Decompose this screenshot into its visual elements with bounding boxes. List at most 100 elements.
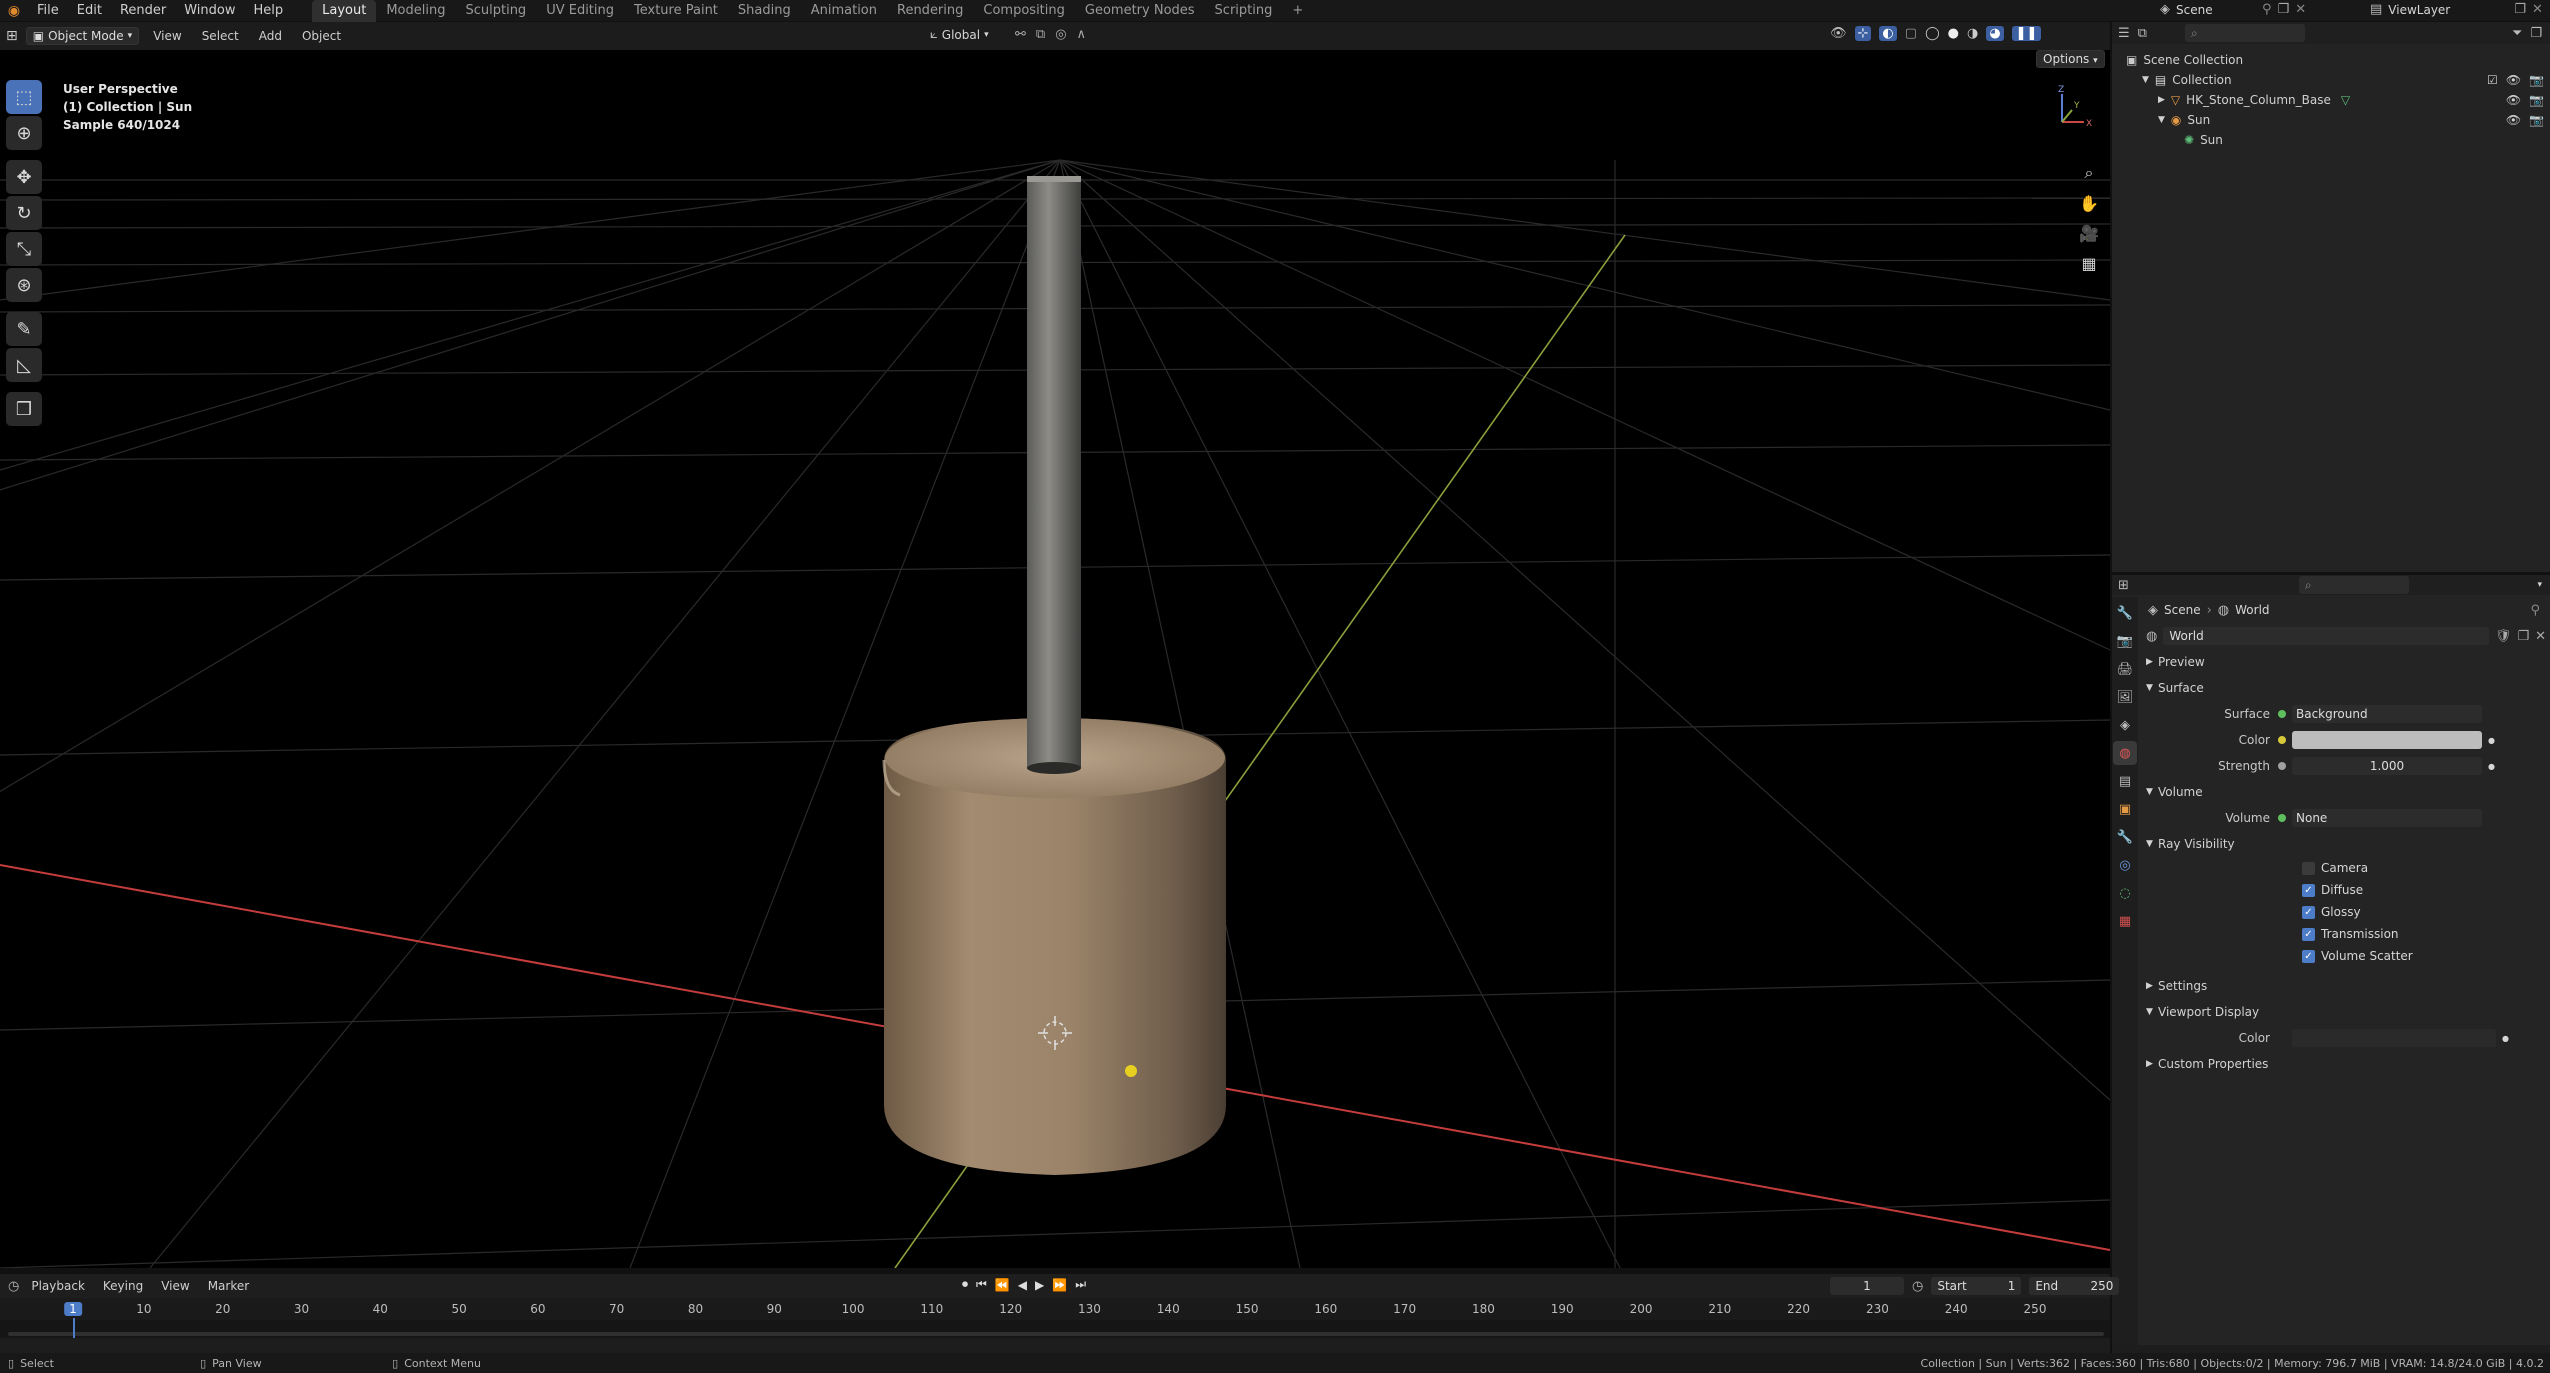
record-icon[interactable]: ⏺ (962, 1277, 968, 1292)
panel-preview[interactable]: ▶ Preview (2142, 649, 2546, 675)
modifier-data-icon[interactable]: ▽ (2341, 90, 2350, 110)
move-tool-icon[interactable]: ✥ (6, 160, 42, 194)
world-color-swatch[interactable] (2292, 731, 2482, 749)
add-workspace-button[interactable]: + (1282, 0, 1313, 22)
pin-icon[interactable]: ⚲ (2262, 2, 2272, 17)
panel-surface[interactable]: ▼ Surface (2142, 675, 2546, 701)
expand-icon[interactable]: ▶ (2158, 90, 2165, 110)
new-collection-icon[interactable]: ❐ (2530, 26, 2542, 41)
keyframe-dot-icon[interactable]: ● (2488, 736, 2495, 745)
shading-solid-icon[interactable]: ● (1948, 26, 1959, 41)
tab-modeling[interactable]: Modeling (376, 0, 455, 22)
ray-volume-scatter-checkbox[interactable]: ✓ Volume Scatter (2302, 945, 2546, 967)
outliner-row-sun[interactable]: ▼ ◉ Sun 👁 📷 (2112, 110, 2550, 130)
end-frame-field[interactable]: End 250 (2029, 1277, 2120, 1295)
gizmo-toggle-icon[interactable]: ⊹ (1854, 26, 1872, 41)
outliner-row-scene-collection[interactable]: ▣ Scene Collection (2112, 50, 2550, 70)
add-cube-tool-icon[interactable]: ❒ (6, 392, 42, 426)
filter-icon[interactable]: ⏷ (2512, 26, 2522, 41)
timeline-menu-view[interactable]: View (155, 1275, 195, 1297)
outliner-search-input[interactable]: ⌕ (2184, 24, 2305, 42)
overlay-toggle-icon[interactable]: ◐ (1879, 26, 1897, 41)
sun-light-dot[interactable] (1125, 1065, 1137, 1077)
transform-tool-icon[interactable]: ⊛ (6, 268, 42, 302)
object-mode-dropdown[interactable]: ▣ Object Mode ▾ (25, 27, 140, 45)
timeline-scrollbar[interactable] (8, 1332, 2104, 1336)
current-frame-field[interactable]: 1 (1830, 1277, 1904, 1295)
play-reverse-icon[interactable]: ◀ (1018, 1278, 1027, 1292)
unlink-icon[interactable]: ✕ (2535, 629, 2546, 644)
tab-geometry-nodes[interactable]: Geometry Nodes (1075, 0, 1205, 22)
snap-icon[interactable]: ⧉ (1036, 27, 1045, 42)
texture-tab-icon[interactable]: ▦ (2113, 909, 2137, 933)
strength-field[interactable]: 1.000 (2292, 757, 2482, 775)
blender-logo-icon[interactable]: ◉ (0, 3, 28, 19)
menu-window[interactable]: Window (175, 0, 244, 22)
pin-icon[interactable]: ⚲ (2530, 603, 2540, 618)
delete-scene-icon[interactable]: ✕ (2295, 2, 2306, 17)
next-keyframe-icon[interactable]: ⏩ (1052, 1278, 1067, 1292)
shading-wireframe-icon[interactable]: ◯ (1925, 26, 1940, 41)
checkbox-icon[interactable] (2302, 861, 2315, 875)
tab-compositing[interactable]: Compositing (973, 0, 1075, 22)
view-layer-tab-icon[interactable]: 🖼 (2113, 685, 2137, 709)
select-box-tool-icon[interactable]: ⬚ (6, 80, 42, 114)
measure-tool-icon[interactable]: ◺ (6, 348, 42, 382)
collection-tab-icon[interactable]: ▤ (2113, 769, 2137, 793)
outliner-editor-icon[interactable]: ☰ (2118, 26, 2130, 41)
eye-icon[interactable]: 👁 (2506, 90, 2521, 110)
world-browse-icon[interactable]: ◍ (2146, 629, 2157, 644)
chevron-down-icon[interactable]: ▾ (2537, 580, 2542, 590)
menu-help[interactable]: Help (245, 0, 293, 22)
modifier-tab-icon[interactable]: 🔧 (2113, 825, 2137, 849)
timeline-menu-marker[interactable]: Marker (202, 1275, 255, 1297)
keyframe-dot-icon[interactable]: ● (2488, 762, 2495, 771)
shading-rendered-icon[interactable]: ◕ (1986, 26, 2004, 41)
proportional-edit-icon[interactable]: ◎ (1055, 27, 1066, 42)
expand-icon[interactable]: ▼ (2142, 70, 2149, 90)
panel-viewport-display[interactable]: ▼ Viewport Display (2142, 999, 2546, 1025)
eye-icon[interactable]: 👁 (2506, 70, 2521, 90)
properties-editor-icon[interactable]: ⊞ (2118, 578, 2129, 593)
viewport-menu-select[interactable]: Select (196, 25, 245, 47)
options-dropdown[interactable]: Options ▾ (2036, 50, 2105, 68)
scene-name[interactable]: Scene (2176, 3, 2256, 17)
clock-icon[interactable]: ◷ (1912, 1279, 1923, 1294)
transform-orientation-dropdown[interactable]: ⟀ Global ▾ (930, 27, 989, 42)
outliner-row-sun-data[interactable]: ✺ Sun (2112, 130, 2550, 150)
camera-view-icon[interactable]: 🎥 (2076, 220, 2102, 246)
camera-icon[interactable]: 📷 (2529, 90, 2544, 110)
checkbox-checked-icon[interactable]: ✓ (2302, 883, 2315, 897)
camera-icon[interactable]: 📷 (2529, 110, 2544, 130)
menu-render[interactable]: Render (111, 0, 175, 22)
viewport-menu-view[interactable]: View (147, 25, 187, 47)
panel-settings[interactable]: ▶ Settings (2142, 973, 2546, 999)
menu-file[interactable]: File (28, 0, 68, 22)
checkbox-checked-icon[interactable]: ✓ (2302, 949, 2315, 963)
perspective-grid-icon[interactable]: ▦ (2076, 250, 2102, 276)
tab-animation[interactable]: Animation (801, 0, 887, 22)
pan-hand-icon[interactable]: ✋ (2076, 190, 2102, 216)
rotate-tool-icon[interactable]: ↻ (6, 196, 42, 230)
pivot-icon[interactable]: ⚯ (1015, 27, 1026, 42)
camera-icon[interactable]: 📷 (2529, 70, 2544, 90)
expand-icon[interactable]: ▼ (2158, 110, 2165, 130)
panel-custom-properties[interactable]: ▶ Custom Properties (2142, 1051, 2546, 1077)
duplicate-icon[interactable]: ❐ (2517, 629, 2529, 644)
breadcrumb-world[interactable]: World (2235, 603, 2269, 617)
world-name-field[interactable]: World (2163, 627, 2489, 645)
ray-diffuse-checkbox[interactable]: ✓ Diffuse (2302, 879, 2546, 901)
delete-view-layer-icon[interactable]: ✕ (2532, 2, 2543, 17)
new-view-layer-icon[interactable]: ❐ (2514, 2, 2526, 17)
tab-sculpting[interactable]: Sculpting (455, 0, 536, 22)
visibility-icon[interactable]: 👁 (1830, 26, 1847, 41)
outliner-row-collection[interactable]: ▼ ▤ Collection ☑ 👁 📷 (2112, 70, 2550, 90)
pause-render-icon[interactable]: ❚❚ (2011, 26, 2042, 41)
editor-type-icon[interactable]: ⊞ (6, 28, 18, 44)
viewport-menu-object[interactable]: Object (296, 25, 347, 47)
fake-user-icon[interactable]: 🛡 (2495, 629, 2512, 644)
playhead-line[interactable] (73, 1318, 75, 1338)
world-tab-icon[interactable]: ◍ (2113, 741, 2137, 765)
render-tab-icon[interactable]: 📷 (2113, 629, 2137, 653)
annotate-tool-icon[interactable]: ✎ (6, 312, 42, 346)
